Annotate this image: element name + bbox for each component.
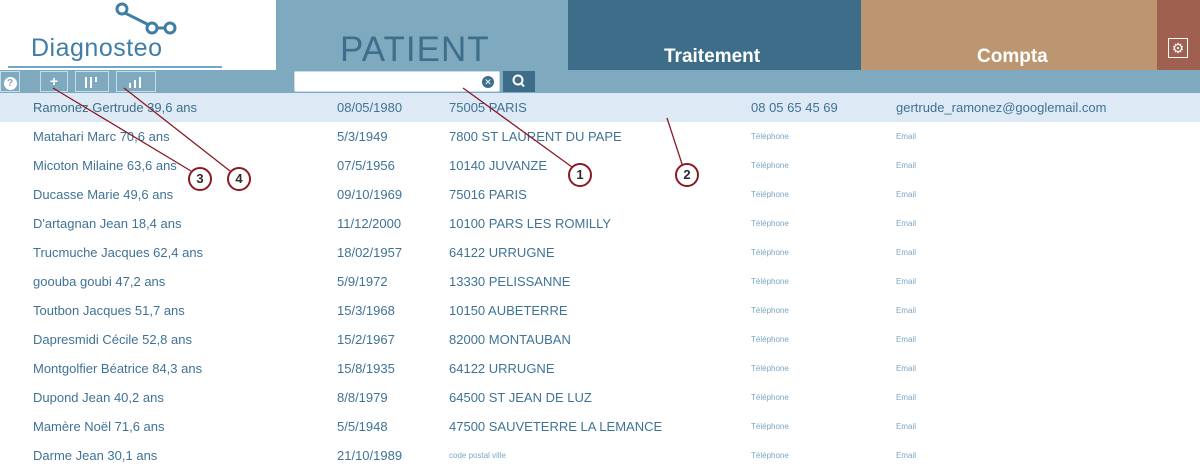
- callout-lines: [52, 87, 684, 172]
- callout-2: 2: [675, 163, 699, 187]
- callout-1: 1: [568, 163, 592, 187]
- callout-3: 3: [188, 167, 212, 191]
- callout-4: 4: [227, 167, 251, 191]
